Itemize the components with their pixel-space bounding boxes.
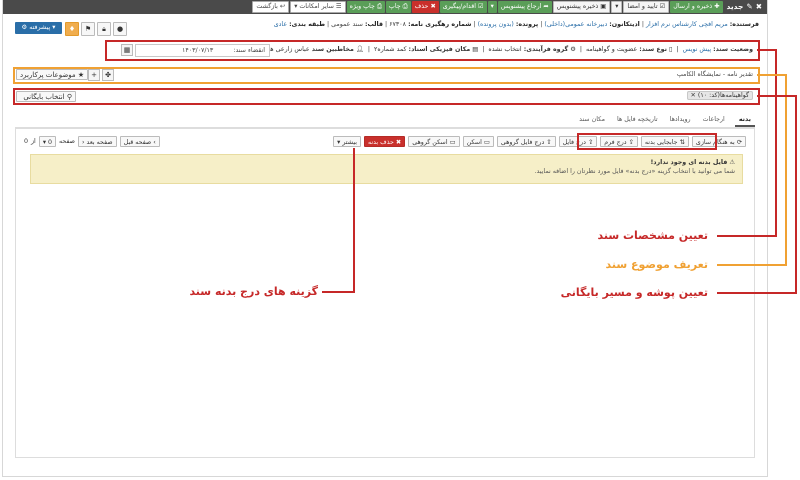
body-options-leader: [322, 148, 355, 293]
body-options-annotation: گزینه های درج بدنه سند: [189, 285, 318, 298]
folder-path-leader: [717, 95, 797, 294]
folder-path-annotation: تعیین پوشه و مسیر بایگانی: [560, 286, 708, 299]
doc-specs-annotation: تعیین مشخصات سند: [597, 229, 709, 242]
doc-specs-leader: [717, 49, 777, 237]
doc-subject-annotation: تعریف موضوع سند: [605, 258, 708, 271]
